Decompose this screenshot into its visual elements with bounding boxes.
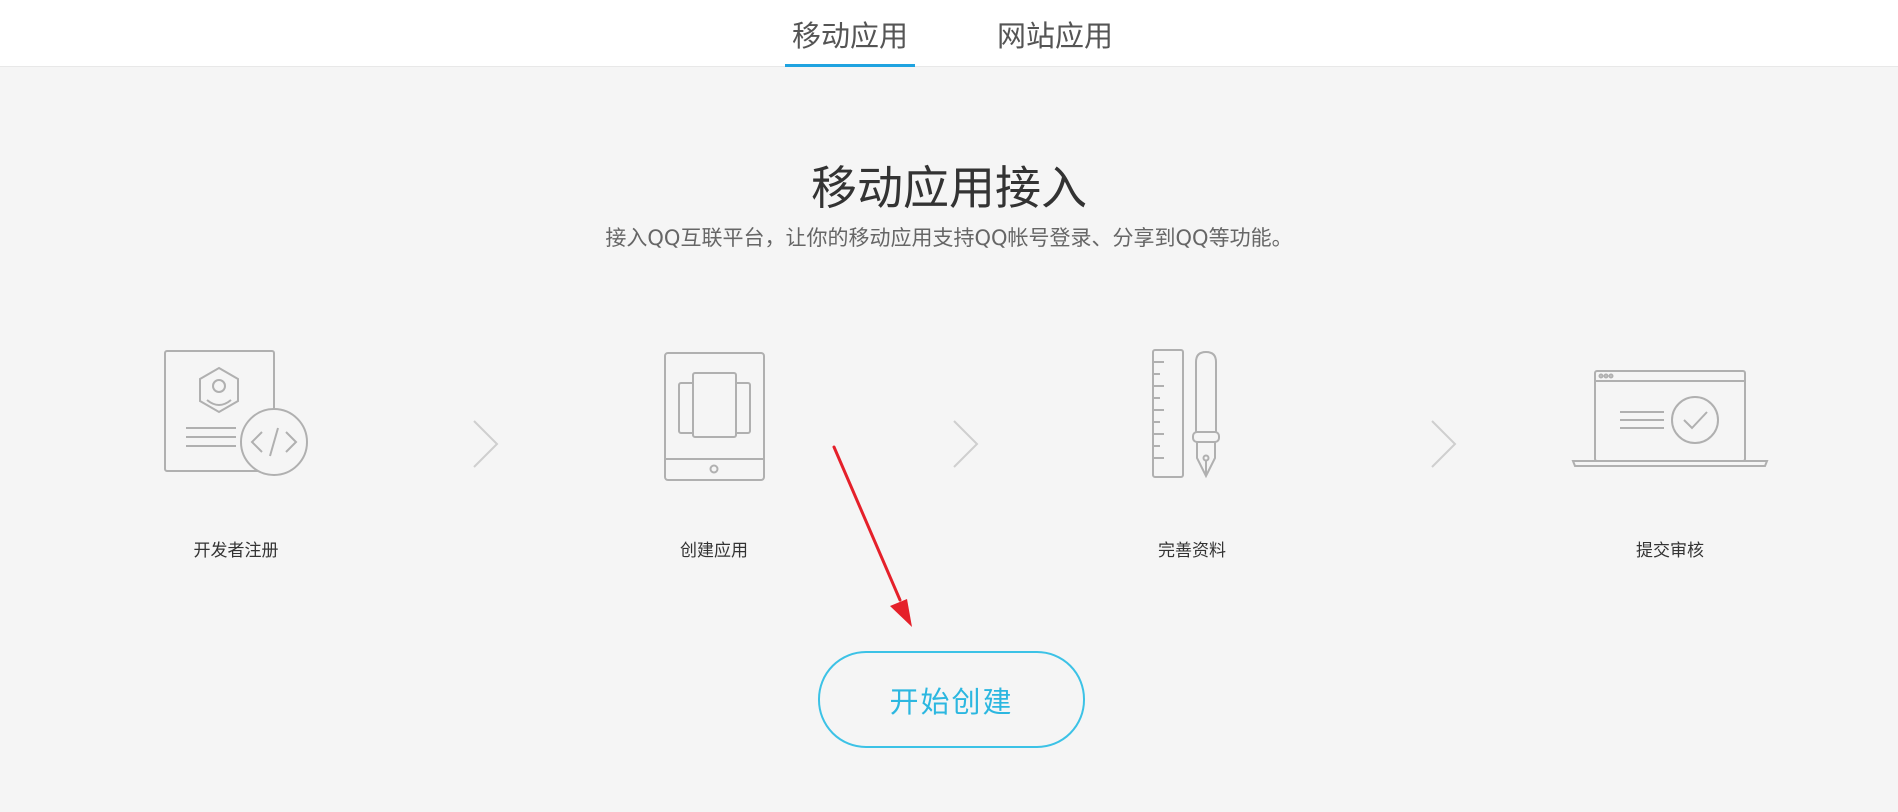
tab-website-app[interactable]: 网站应用 [990,0,1120,67]
page-title: 移动应用接入 [811,161,1087,215]
step-label-complete-info: 完善资料 [1158,541,1226,561]
laptop-check-icon [1571,370,1769,467]
top-tab-bar: 移动应用 网站应用 [0,0,1898,67]
chevron-right-icon [1431,420,1457,468]
step-label-developer-register: 开发者注册 [193,541,279,561]
tablet-icon [664,352,765,481]
chevron-right-icon [953,420,979,468]
developer-register-icon [164,350,308,476]
page-subtitle: 接入QQ互联平台，让你的移动应用支持QQ帐号登录、分享到QQ等功能。 [605,226,1293,250]
step-label-submit-review: 提交审核 [1636,541,1704,561]
start-create-button[interactable]: 开始创建 [818,651,1085,748]
tab-mobile-app[interactable]: 移动应用 [785,0,915,67]
ruler-pen-icon [1152,349,1220,479]
step-label-create-app: 创建应用 [680,541,748,561]
chevron-right-icon [473,420,499,468]
